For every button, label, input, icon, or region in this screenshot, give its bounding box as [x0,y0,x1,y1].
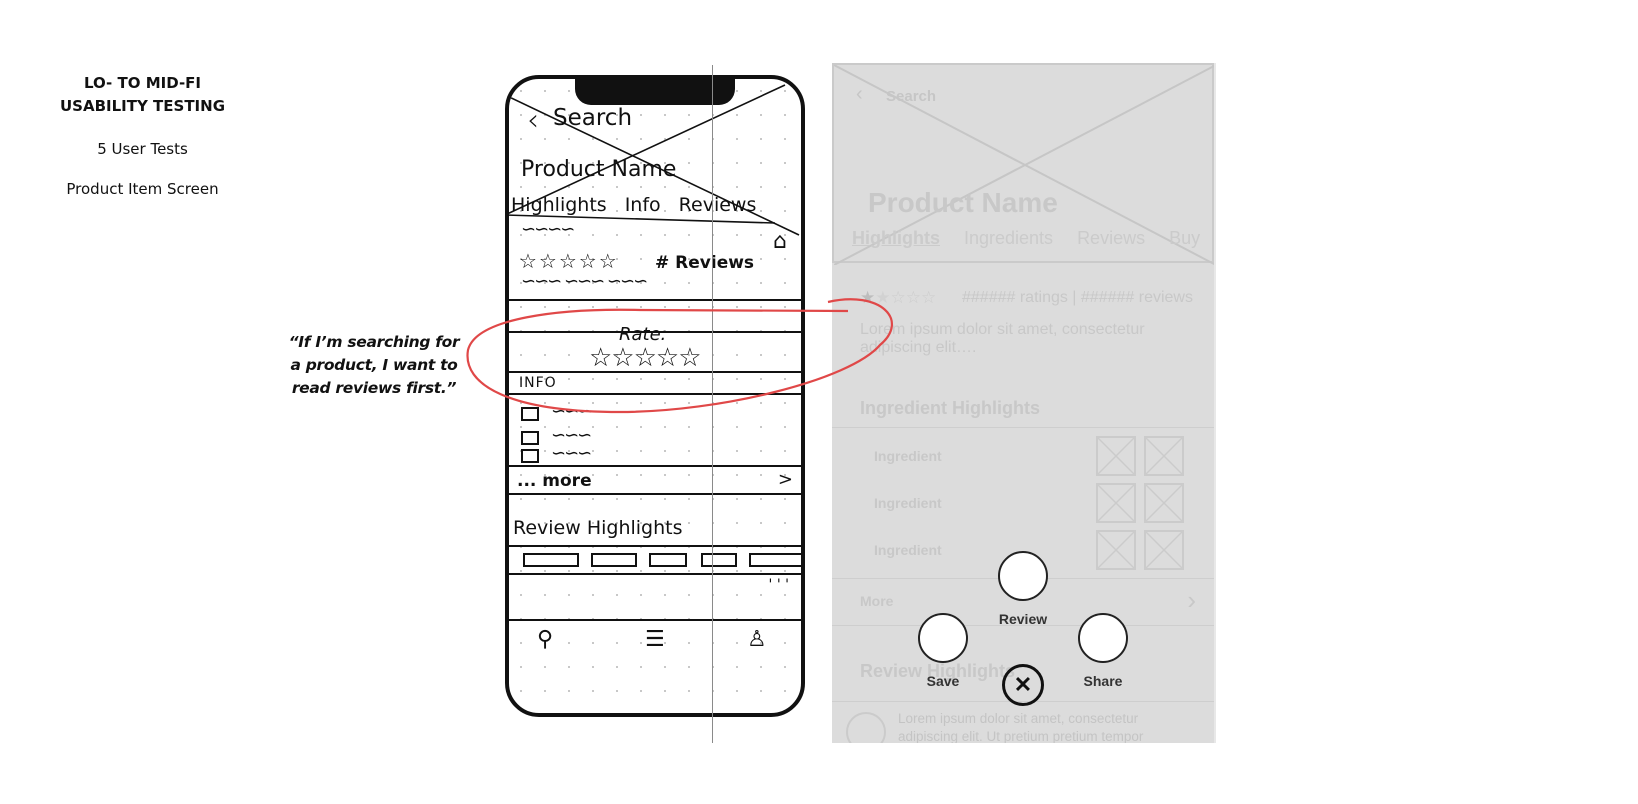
slide-info: LO- TO MID-FI USABILITY TESTING 5 User T… [40,72,245,198]
ingredient-thumbnail [1144,483,1184,523]
bookmark-icon[interactable]: ⌂ [773,229,787,254]
more-label[interactable]: More [860,593,893,609]
ingredient-item[interactable]: Ingredient [874,448,942,464]
ingredient-thumbnail [1144,436,1184,476]
star-empty-icon: ☆ [921,288,937,307]
ingredient-item[interactable]: Ingredient [874,495,942,511]
squiggle-text: ∽∽∽ [551,443,592,464]
avatar-icon [846,712,886,743]
squiggle-text: ∽∽∽ ∽∽∽ ∽∽∽ [521,271,648,292]
share-action-button[interactable] [1078,613,1128,663]
slide-title-line2: USABILITY TESTING [59,97,226,115]
back-search-label[interactable]: Search [886,88,936,105]
product-name: Product Name [521,157,677,182]
chevron-right-icon[interactable]: › [1187,585,1196,616]
tab-bar: Highlights Info Reviews [511,194,756,216]
divider [509,465,801,467]
squiggle-text: ∽∽∽∽ [521,219,575,240]
rating-stars: ★★☆☆☆ [860,288,936,308]
share-action-label: Share [1083,673,1123,689]
divider [509,371,801,373]
tab-reviews[interactable]: Reviews [1077,228,1145,249]
reviews-count[interactable]: # Reviews [655,253,754,273]
star-filled-icon: ★ [860,288,876,307]
midfi-wireframe: ‹ Search Product Name Highlights Ingredi… [832,63,1216,743]
chevron-right-icon[interactable]: > [778,469,793,490]
divider [509,493,801,495]
ingredient-highlights-title: Ingredient Highlights [860,398,1040,418]
ingredient-item[interactable]: Ingredient [874,542,942,558]
review-action-button[interactable] [998,551,1048,601]
user-tests-count: 5 User Tests [97,140,188,158]
user-quote: “If I’m searching for a product, I want … [288,333,460,397]
rate-stars-input[interactable]: ☆☆☆☆☆ [589,343,702,373]
tab-highlights[interactable]: Highlights [852,228,940,249]
profile-icon[interactable]: ♙ [747,627,767,652]
divider [509,545,801,547]
list-icon[interactable]: ☰ [645,627,665,652]
review-card[interactable] [649,553,687,567]
review-highlights-title: Review Highlights [513,517,683,539]
slide-title-line1: LO- TO MID-FI [84,74,201,92]
divider [509,573,801,575]
star-half-icon: ★ [875,288,891,307]
rate-label: Rate: [619,324,667,345]
squiggle-text: ∽∽∽ [551,401,592,422]
screen-name: Product Item Screen [66,180,219,198]
image-placeholder-icon [521,449,539,463]
rating-stars: ☆☆☆☆☆ [519,249,619,273]
tab-buy[interactable]: Buy [1169,228,1200,249]
tab-bar: Highlights Ingredients Reviews Buy [852,228,1200,249]
review-card[interactable] [701,553,737,567]
ingredient-thumbnail [1096,436,1136,476]
tab-highlights[interactable]: Highlights [511,194,607,216]
save-action-label: Save [926,673,960,689]
close-menu-button[interactable]: ✕ [1002,664,1044,706]
review-card[interactable] [591,553,637,567]
ingredient-thumbnail [1096,530,1136,570]
pagination-dots: ' ' ' [768,577,789,593]
ingredient-thumbnail [1144,530,1184,570]
save-action-button[interactable] [918,613,968,663]
annotation-ellipse [466,298,893,414]
divider [509,619,801,621]
review-text: Lorem ipsum dolor sit amet, consectetur … [898,711,1144,743]
divider [509,393,801,395]
close-icon: ✕ [1013,672,1033,697]
search-icon[interactable]: ⚲ [537,627,553,652]
tab-ingredients[interactable]: Ingredients [964,228,1053,249]
back-search-label[interactable]: Search [553,105,632,131]
divider [509,299,801,301]
back-chevron-icon[interactable]: ‹ [856,83,863,106]
image-placeholder-icon [521,407,539,421]
ingredient-thumbnail [1096,483,1136,523]
back-chevron-icon[interactable]: ‹ [527,103,539,138]
ratings-summary[interactable]: ###### ratings | ###### reviews [962,289,1193,307]
star-empty-icon: ☆ [890,288,906,307]
page-fold-line [712,65,713,743]
star-empty-icon: ☆ [905,288,921,307]
image-placeholder-icon [521,431,539,445]
hero-image-placeholder: ‹ Search Product Name Highlights Ingredi… [832,63,1214,265]
review-action-label: Review [998,611,1048,627]
review-card[interactable] [749,553,801,567]
review-card[interactable]: Lorem ipsum dolor sit amet, consectetur … [832,701,1214,743]
info-section-label: INFO [519,375,557,391]
review-card[interactable] [523,553,579,567]
tab-reviews[interactable]: Reviews [679,194,757,216]
product-name: Product Name [868,187,1058,218]
more-link[interactable]: ... more [517,471,592,491]
tab-info[interactable]: Info [625,194,661,216]
lofi-phone-sketch: ‹ Search Product Name Highlights Info Re… [505,75,805,717]
product-description: Lorem ipsum dolor sit amet, consectetur … [860,321,1145,356]
